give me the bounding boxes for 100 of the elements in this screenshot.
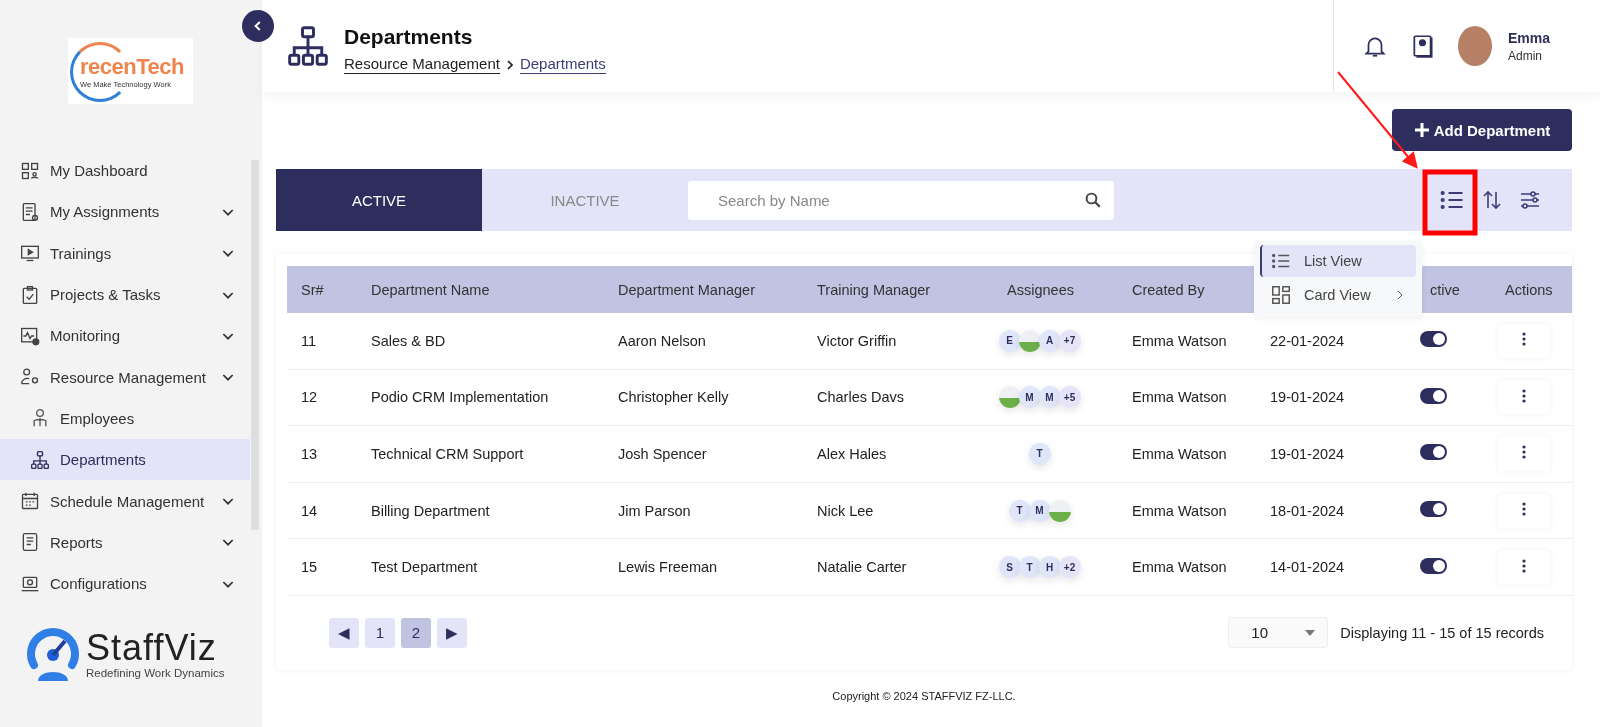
document-icon xyxy=(20,201,40,222)
table-cell: Emma Watson xyxy=(1132,389,1227,406)
more-assignees-count: +7 xyxy=(1058,329,1081,352)
monitor-pulse-icon xyxy=(20,325,40,346)
assignee-avatar: M xyxy=(1028,499,1051,522)
table-cell: 22-01-2024 xyxy=(1270,332,1345,349)
gauge-person-icon xyxy=(24,625,82,683)
sidebar-item[interactable]: Departments xyxy=(0,439,250,481)
more-assignees-count: +5 xyxy=(1058,386,1081,409)
vertical-dots-icon xyxy=(1522,332,1526,347)
breadcrumb-link[interactable]: Departments xyxy=(519,55,606,74)
play-screen-icon xyxy=(20,243,40,264)
column-header: Assignees xyxy=(1007,281,1074,298)
avatar-photo-placeholder xyxy=(1457,26,1492,66)
table-cell: Charles Davs xyxy=(817,389,905,406)
logo-name: recenTech xyxy=(80,53,184,80)
org-chart-icon xyxy=(286,24,330,68)
table-cell: Natalie Carter xyxy=(817,559,907,576)
assignee-avatar: T xyxy=(1018,556,1041,579)
assignee-avatar: T xyxy=(1008,499,1031,522)
assignee-avatar: E xyxy=(998,329,1021,352)
sidebar-item[interactable]: Projects & Tasks xyxy=(0,273,250,316)
vertical-dots-icon xyxy=(1522,388,1526,403)
table-cell: 19-01-2024 xyxy=(1270,446,1345,462)
table-cell: Nick Lee xyxy=(817,502,874,519)
calendar-icon xyxy=(20,491,40,511)
table-cell: 11 xyxy=(301,332,317,349)
search-icon xyxy=(1084,190,1102,209)
active-toggle[interactable] xyxy=(1420,444,1447,461)
scrollbar[interactable] xyxy=(251,160,259,530)
column-header: Created By xyxy=(1132,281,1205,298)
page-size-select[interactable]: 10 xyxy=(1228,617,1329,649)
page-button[interactable]: 2 xyxy=(401,617,431,648)
copyright-text: Copyright © 2024 STAFFVIZ FZ-LLC. xyxy=(831,689,1017,702)
column-header: Department Manager xyxy=(618,281,755,298)
table-cell: 19-01-2024 xyxy=(1270,389,1345,406)
table-cell: Lewis Freeman xyxy=(618,559,718,576)
column-header: Sr# xyxy=(301,281,324,298)
table-cell: Emma Watson xyxy=(1132,446,1227,462)
next-page-button[interactable]: ▶ xyxy=(437,617,467,648)
sidebar-item[interactable]: Reports xyxy=(0,521,250,563)
tab[interactable]: ACTIVE xyxy=(276,169,482,231)
org-chart-icon xyxy=(30,449,50,470)
active-toggle[interactable] xyxy=(1420,557,1447,574)
table-cell: 15 xyxy=(301,559,318,576)
active-toggle[interactable] xyxy=(1420,387,1447,404)
search-field[interactable]: Search by Name xyxy=(688,180,1114,220)
sidebar-item[interactable]: My Assignments xyxy=(0,191,250,233)
table-cell: 18-01-2024 xyxy=(1270,502,1345,519)
assignee-avatar: H xyxy=(1038,556,1061,579)
assignee-avatar: M xyxy=(1018,386,1041,409)
report-icon xyxy=(20,532,40,553)
column-header: Department Name xyxy=(371,281,490,298)
assignee-avatar: T xyxy=(1028,443,1051,465)
sidebar-item[interactable]: Employees xyxy=(0,397,250,440)
page-button[interactable]: 1 xyxy=(365,617,395,648)
grid-icon xyxy=(20,160,40,181)
menu-item[interactable]: List View xyxy=(1260,245,1416,277)
assignee-photo-placeholder xyxy=(1018,329,1041,352)
table-cell: Alex Hales xyxy=(817,446,887,462)
highlight-box xyxy=(1422,169,1478,236)
grid-icon xyxy=(1270,284,1292,306)
user-role: Admin xyxy=(1507,48,1543,63)
previous-page-button[interactable]: ◀ xyxy=(329,617,359,648)
table-cell: Sales & BD xyxy=(371,332,446,349)
vertical-dots-icon xyxy=(1522,445,1526,460)
table-cell: 12 xyxy=(301,389,318,406)
vertical-dots-icon xyxy=(1522,502,1526,517)
table-cell: Technical CRM Support xyxy=(371,446,524,462)
sidebar-item[interactable]: Schedule Management xyxy=(0,480,250,522)
plus-icon xyxy=(1413,122,1430,138)
add-department-button[interactable]: Add Department xyxy=(1392,109,1572,151)
table-cell: Billing Department xyxy=(371,502,490,519)
table-cell: Aaron Nelson xyxy=(618,332,706,349)
vertical-dots-icon xyxy=(1522,558,1526,573)
sidebar-item[interactable]: Resource Management xyxy=(0,356,250,398)
page-title: Departments xyxy=(344,24,474,50)
table-cell: Emma Watson xyxy=(1132,332,1227,349)
active-toggle[interactable] xyxy=(1420,501,1447,518)
table-cell: 13 xyxy=(301,446,318,462)
breadcrumb-link[interactable]: Resource Management xyxy=(344,55,500,74)
user-name: Emma xyxy=(1507,29,1550,46)
assignee-avatar: A xyxy=(1038,329,1061,352)
sidebar-item[interactable]: Monitoring xyxy=(0,315,250,357)
active-toggle[interactable] xyxy=(1420,331,1447,348)
table-cell: Test Department xyxy=(371,559,478,576)
sidebar-item[interactable]: Configurations xyxy=(0,562,250,605)
sidebar-item[interactable]: My Dashboard xyxy=(0,150,250,192)
sidebar-item[interactable]: Trainings xyxy=(0,232,250,274)
caret-down-icon xyxy=(1305,629,1316,636)
records-summary: Displaying 11 - 15 of 15 records xyxy=(1340,624,1544,641)
filter-sliders-icon xyxy=(1518,188,1542,212)
table-cell: Victor Griffin xyxy=(817,332,897,349)
assignee-photo-placeholder xyxy=(1048,499,1071,522)
assignee-photo-placeholder xyxy=(998,386,1021,409)
table-cell: Josh Spencer xyxy=(618,446,707,462)
table-cell: Podio CRM Implementation xyxy=(371,389,549,406)
table-cell: Christopher Kelly xyxy=(618,389,729,406)
menu-item[interactable]: Card View xyxy=(1260,279,1416,311)
column-header: ctive xyxy=(1430,281,1460,298)
